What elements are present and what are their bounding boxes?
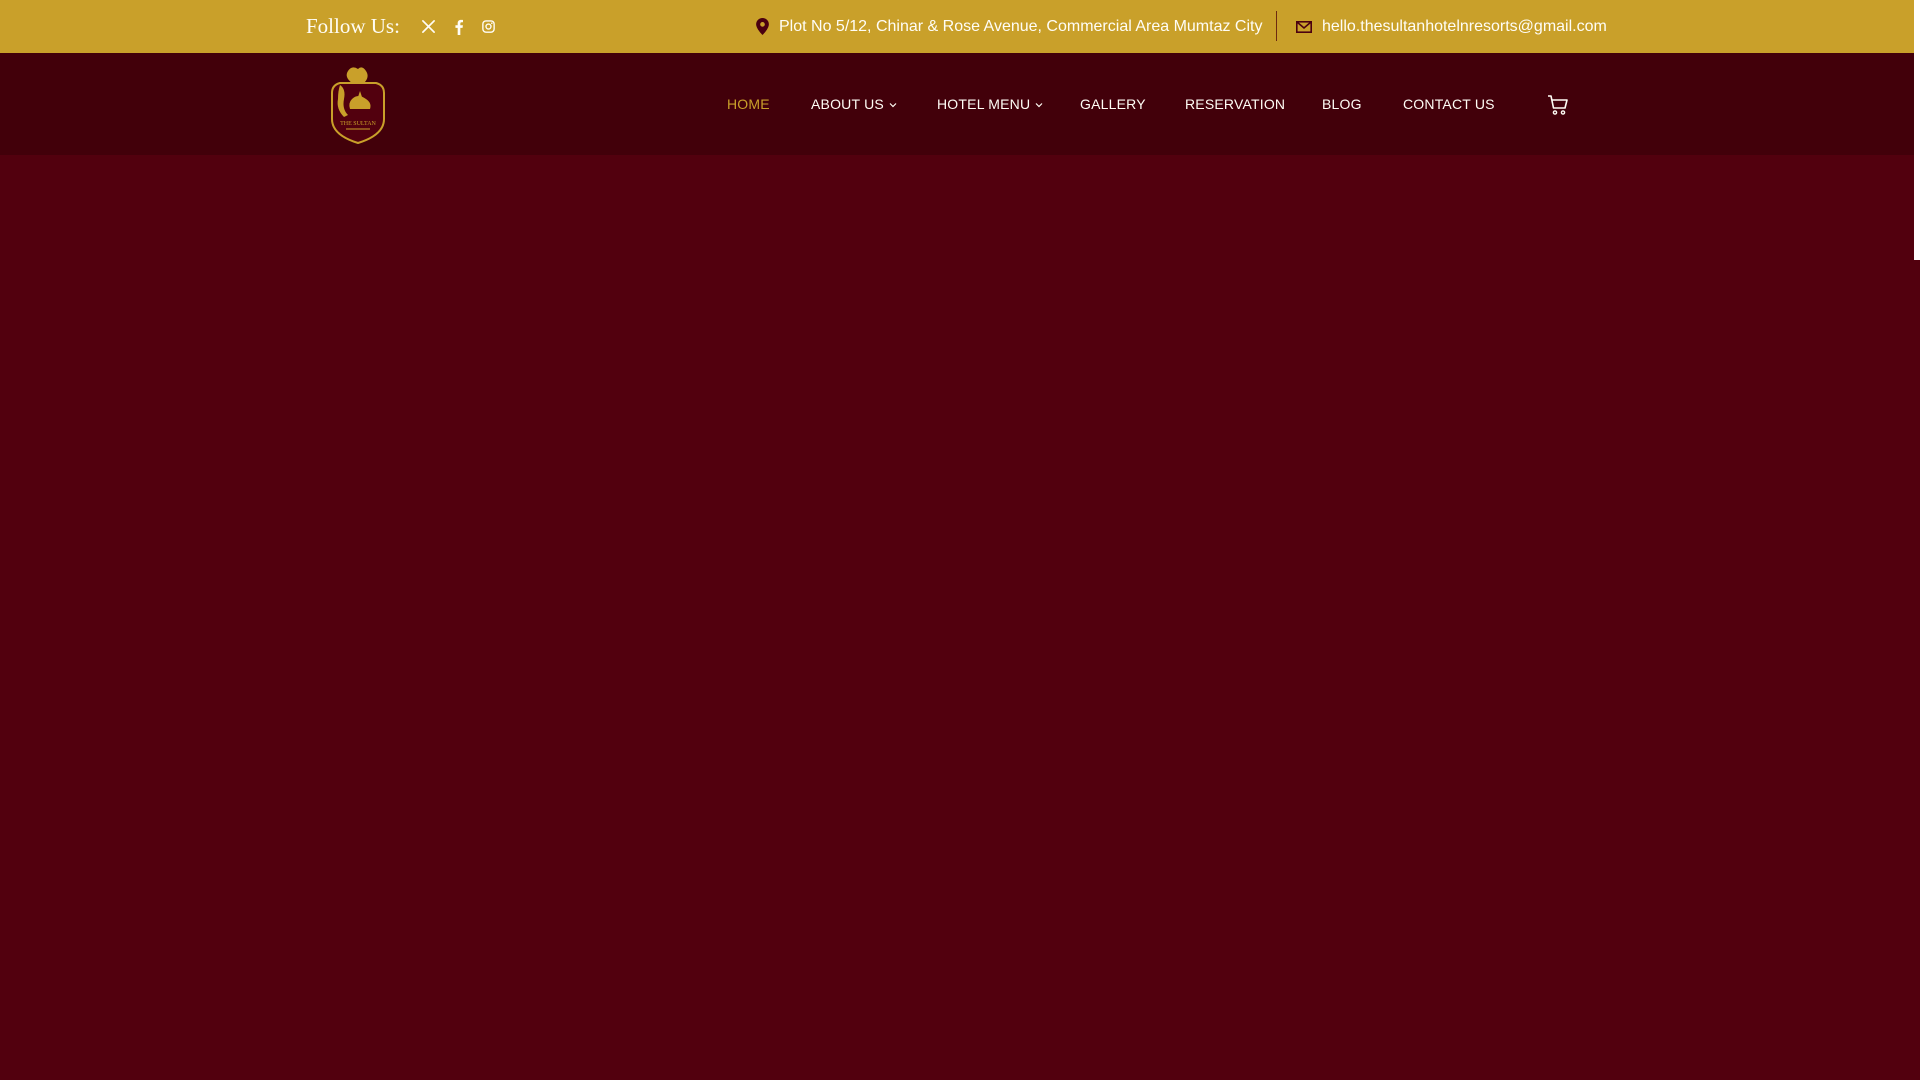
mail-icon [1296,20,1312,33]
chevron-down-icon [1035,102,1043,108]
nav-blog-label: BLOG [1322,96,1362,112]
nav-blog[interactable]: BLOG [1322,53,1362,155]
follow-us-label: Follow Us: [306,14,400,38]
location-pin-icon [756,18,769,35]
x-icon[interactable] [421,19,437,35]
page: Follow Us: Plot No 5/12, Chinar & Rose A… [0,0,1920,1080]
address-text: Plot No 5/12, Chinar & Rose Avenue, Comm… [779,17,1263,35]
facebook-icon[interactable] [451,19,467,35]
nav-contact-us-label: CONTACT US [1403,96,1495,112]
nav-about-us[interactable]: ABOUT US [811,53,897,155]
email[interactable]: hello.thesultanhotelnresorts@gmail.com [1296,0,1607,53]
scrollbar[interactable] [1914,0,1920,1080]
nav-home[interactable]: HOME [727,53,770,155]
cart-icon[interactable] [1546,93,1570,117]
main-nav: HOME ABOUT US HOTEL MENU GALLERY RESERVA… [0,53,1914,155]
scrollbar-thumb[interactable] [1914,0,1920,260]
instagram-icon[interactable] [481,19,497,35]
nav-contact-us[interactable]: CONTACT US [1403,53,1495,155]
nav-home-label: HOME [727,96,770,112]
hero-section [0,155,1914,1080]
nav-about-us-label: ABOUT US [811,96,884,112]
nav-gallery[interactable]: GALLERY [1080,53,1146,155]
top-bar: Follow Us: Plot No 5/12, Chinar & Rose A… [0,0,1914,53]
follow-us: Follow Us: [306,0,504,53]
address: Plot No 5/12, Chinar & Rose Avenue, Comm… [756,0,1262,53]
nav-reservation-label: RESERVATION [1185,96,1286,112]
main-header: THE SULTAN HOME ABOUT US HOTEL MENU GALL… [0,53,1914,155]
nav-gallery-label: GALLERY [1080,96,1146,112]
contact-divider [1276,11,1277,41]
nav-hotel-menu[interactable]: HOTEL MENU [937,53,1043,155]
nav-reservation[interactable]: RESERVATION [1185,53,1285,155]
chevron-down-icon [889,102,897,108]
email-text: hello.thesultanhotelnresorts@gmail.com [1322,17,1607,35]
nav-hotel-menu-label: HOTEL MENU [937,96,1031,112]
